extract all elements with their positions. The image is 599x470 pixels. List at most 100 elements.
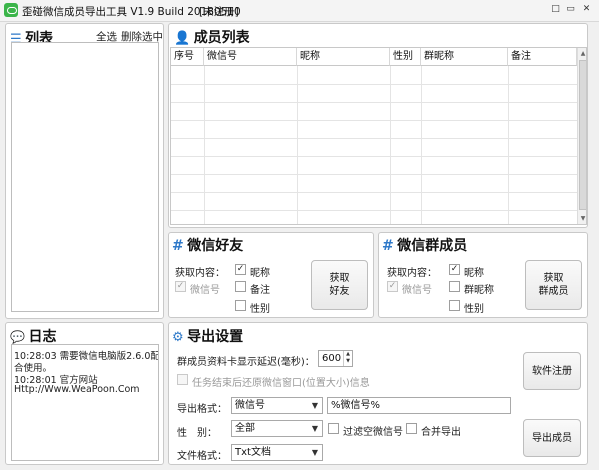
get-friends-button-line1: 获取 [329,273,350,284]
scroll-up-icon[interactable]: ▲ [578,49,586,59]
gender-select-value: 全部 [235,423,255,434]
members-title: 成员列表 [193,30,250,46]
file-format-select-value: Txt文档 [235,447,271,458]
get-group-button-line2: 群成员 [538,286,569,297]
minimize-button[interactable]: □ [550,4,561,14]
group-nickname-checkbox[interactable]: ✓ [449,264,460,275]
format-select[interactable]: 微信号 ▼ [231,397,323,414]
friends-nickname-label: 昵称 [250,268,270,279]
format-template-value: %微信号% [331,400,381,411]
registration-status: [未注册] [199,6,239,18]
scrollbar-thumb[interactable] [579,60,586,210]
chevron-down-icon: ▼ [308,421,322,436]
file-format-select[interactable]: Txt文档 ▼ [231,444,323,461]
friends-remark-checkbox[interactable] [235,281,246,292]
chevron-down-icon: ▼ [308,445,322,460]
group-header: # 微信群成员 [382,235,467,255]
log-header: 💬 日志 [10,326,56,346]
friends-wxid-checkbox[interactable]: ✓ [175,281,186,292]
gender-filter-label: 性 别： [177,428,217,439]
grid-line [171,210,577,211]
wechat-group-panel: # 微信群成员 获取内容： ✓ 微信号 ✓ 昵称 群昵称 性别 获取 群成员 [378,232,588,318]
title-bar: 歪碰微信成员导出工具 V1.9 Build 20180510 [未注册] □ ▭… [0,0,599,22]
hash-icon: # [172,238,184,254]
register-software-button[interactable]: 软件注册 [523,352,581,390]
export-title: 导出设置 [187,329,244,345]
list-panel: ☰ 列表 全选 删除选中 [5,23,164,319]
log-title: 日志 [28,329,57,345]
scroll-down-icon[interactable]: ▼ [578,214,586,224]
log-box[interactable]: 10:28:03 需要微信电脑版2.6.0配 合使用。 10:28:01 官方网… [11,344,159,461]
close-button[interactable]: ✕ [581,4,592,14]
col-header-gender[interactable]: 性别 [390,48,421,66]
group-wxid-checkbox[interactable]: ✓ [387,281,398,292]
group-groupnick-label: 群昵称 [464,285,494,296]
filter-empty-wxid-checkbox[interactable] [328,423,339,434]
filter-empty-wxid-label: 过滤空微信号 [343,427,403,438]
group-nickname-label: 昵称 [464,268,484,279]
grid-line [390,66,391,224]
friends-remark-label: 备注 [250,285,270,296]
group-content-label: 获取内容： [387,268,437,279]
log-line: Http://Www.WeaPoon.Com [14,384,140,395]
members-header: 👤 成员列表 [174,27,250,47]
vertical-scrollbar[interactable]: ▲ ▼ [577,48,586,224]
group-gender-checkbox[interactable] [449,300,460,311]
col-header-group-nickname[interactable]: 群昵称 [421,48,508,66]
grid-line [171,102,577,103]
speech-bubble-icon: 💬 [10,330,25,344]
col-header-remark[interactable]: 备注 [508,48,577,66]
export-members-button[interactable]: 导出成员 [523,419,581,457]
delay-value: 600 [322,353,342,364]
get-group-members-button[interactable]: 获取 群成员 [525,260,582,310]
friends-header: # 微信好友 [172,235,243,255]
merge-export-checkbox[interactable] [406,423,417,434]
merge-export-label: 合并导出 [421,427,461,438]
restore-window-label: 任务结束后还原微信窗口(位置大小)信息 [192,378,370,389]
friends-content-label: 获取内容： [175,268,225,279]
gender-select[interactable]: 全部 ▼ [231,420,323,437]
members-panel: 👤 成员列表 序号 微信号 昵称 性别 群昵称 备注 ▲ ▼ [168,23,588,228]
grid-line [171,138,577,139]
user-icon: 👤 [174,31,191,46]
delay-stepper[interactable]: 600 ▲ ▼ [318,350,353,367]
grid-line [204,66,205,224]
export-settings-panel: ⚙ 导出设置 群成员资料卡显示延迟(毫秒)： 600 ▲ ▼ 任务结束后还原微信窗… [168,322,588,465]
wechat-app-icon [4,3,18,17]
export-header: ⚙ 导出设置 [172,326,243,346]
chevron-down-icon: ▼ [308,398,322,413]
grid-line [171,174,577,175]
friends-wxid-label: 微信号 [190,285,220,296]
format-template-input[interactable]: %微信号% [327,397,511,414]
get-friends-button-line2: 好友 [329,286,350,297]
grid-line [171,192,577,193]
get-friends-button[interactable]: 获取 好友 [311,260,368,310]
friends-nickname-checkbox[interactable]: ✓ [235,264,246,275]
grid-line [297,66,298,224]
format-label: 导出格式： [177,404,227,415]
members-table[interactable]: 序号 微信号 昵称 性别 群昵称 备注 ▲ ▼ [170,47,587,225]
grid-line [421,66,422,224]
log-panel: 💬 日志 10:28:03 需要微信电脑版2.6.0配 合使用。 10:28:0… [5,322,164,465]
friends-gender-label: 性别 [250,304,270,315]
grid-line [171,120,577,121]
grid-line [508,66,509,224]
stepper-arrows-icon[interactable]: ▲ ▼ [343,351,352,366]
col-header-wxid[interactable]: 微信号 [204,48,297,66]
friends-gender-checkbox[interactable] [235,300,246,311]
col-header-index[interactable]: 序号 [171,48,204,66]
get-group-button-line1: 获取 [543,273,564,284]
col-header-nickname[interactable]: 昵称 [297,48,390,66]
group-list-box[interactable] [11,42,159,312]
format-select-value: 微信号 [235,400,265,411]
hash-icon: # [382,238,394,254]
group-wxid-label: 微信号 [402,285,432,296]
file-format-label: 文件格式： [177,451,227,462]
maximize-button[interactable]: ▭ [565,4,576,14]
group-title: 微信群成员 [397,238,468,254]
friends-title: 微信好友 [187,238,244,254]
group-gender-label: 性别 [464,304,484,315]
group-groupnick-checkbox[interactable] [449,281,460,292]
restore-window-checkbox[interactable] [177,374,188,385]
wechat-friends-panel: # 微信好友 获取内容： ✓ 微信号 ✓ 昵称 备注 性别 获取 好友 [168,232,374,318]
